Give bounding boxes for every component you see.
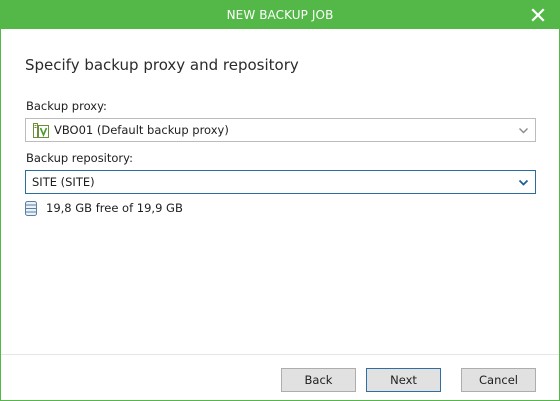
chevron-down-icon <box>518 179 529 186</box>
chevron-down-icon <box>519 128 528 134</box>
backup-repository-value: SITE (SITE) <box>32 175 95 189</box>
close-icon[interactable] <box>531 8 545 22</box>
proxy-server-icon <box>33 123 49 138</box>
dialog-window: NEW BACKUP JOB Specify backup proxy and … <box>0 0 560 401</box>
backup-repository-label: Backup repository: <box>26 151 133 165</box>
dialog-title: NEW BACKUP JOB <box>226 8 334 22</box>
footer-divider <box>1 354 559 355</box>
title-bar: NEW BACKUP JOB <box>1 1 559 29</box>
free-space-text: 19,8 GB free of 19,9 GB <box>46 201 183 215</box>
backup-proxy-dropdown[interactable]: VBO01 (Default backup proxy) <box>25 118 536 142</box>
page-heading: Specify backup proxy and repository <box>25 56 299 74</box>
backup-proxy-value: VBO01 (Default backup proxy) <box>54 123 229 137</box>
backup-repository-dropdown[interactable]: SITE (SITE) <box>25 170 536 194</box>
back-button[interactable]: Back <box>281 368 356 392</box>
cancel-button[interactable]: Cancel <box>461 368 536 392</box>
database-icon <box>25 201 37 216</box>
backup-proxy-label: Backup proxy: <box>26 99 107 113</box>
next-button[interactable]: Next <box>366 368 441 392</box>
